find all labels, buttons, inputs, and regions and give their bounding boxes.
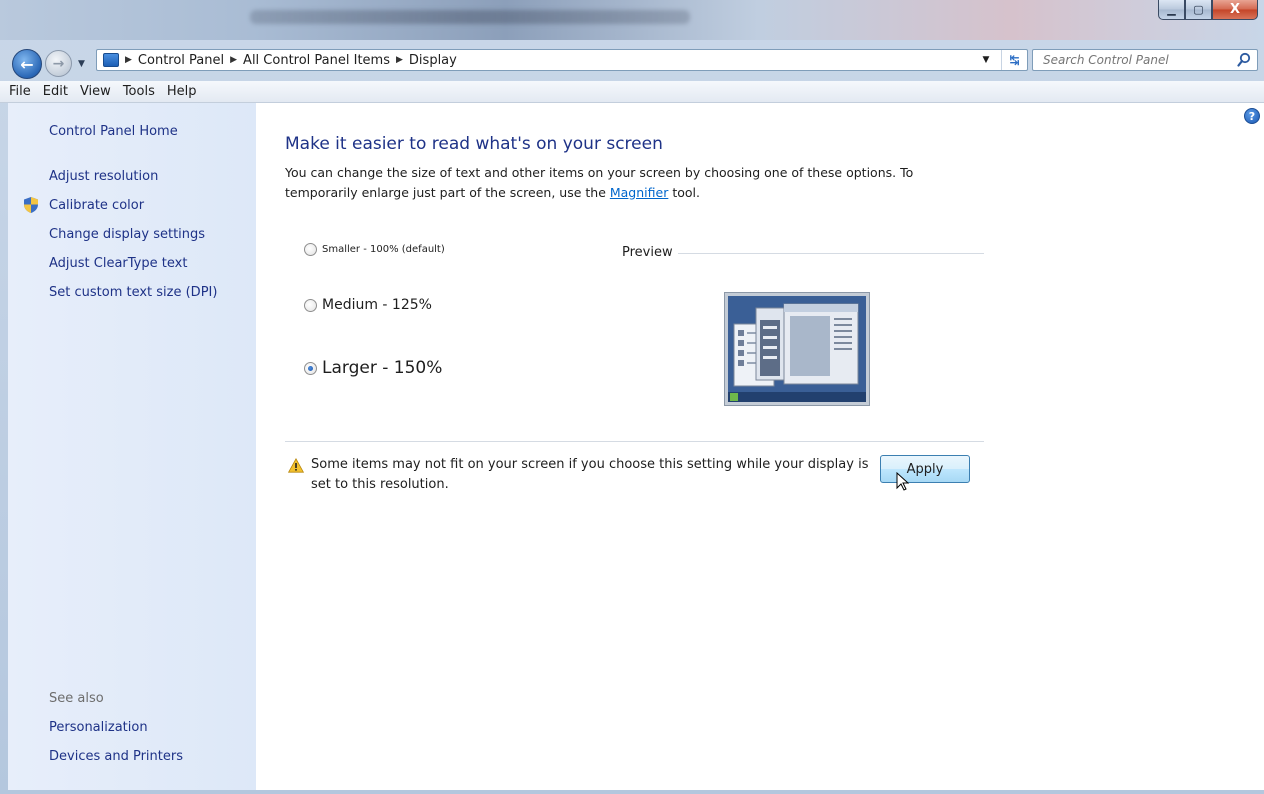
- control-panel-window: ▁ ▢ X ← → ▼ ▶ Control Panel ▶ All Contro…: [0, 0, 1264, 794]
- sidebar-item-devices-printers[interactable]: Devices and Printers: [49, 749, 183, 764]
- preview-image: [724, 292, 870, 406]
- page-description: You can change the size of text and othe…: [285, 163, 965, 203]
- radio-larger[interactable]: [304, 361, 317, 375]
- warning-icon: [288, 458, 304, 473]
- option-larger-label[interactable]: Larger - 150%: [322, 358, 442, 378]
- recent-pages-dropdown[interactable]: ▼: [78, 54, 90, 74]
- arrow-right-icon: →: [52, 55, 65, 72]
- blurred-taskbar-reflection: [250, 10, 690, 24]
- left-task-pane: Control Panel Home Adjust resolution Cal…: [8, 103, 256, 790]
- address-bar[interactable]: ▶ Control Panel ▶ All Control Panel Item…: [96, 49, 1028, 71]
- option-larger[interactable]: Larger - 150%: [304, 358, 442, 378]
- see-also-heading: See also: [49, 691, 104, 706]
- shield-icon: [24, 197, 38, 213]
- chevron-down-icon: ▼: [78, 59, 85, 69]
- address-dropdown-icon[interactable]: ▼: [979, 50, 993, 70]
- forward-button[interactable]: →: [45, 50, 72, 77]
- close-button[interactable]: X: [1212, 0, 1258, 20]
- description-text: You can change the size of text and othe…: [285, 165, 914, 200]
- option-medium-label[interactable]: Medium - 125%: [322, 297, 432, 313]
- breadcrumb-control-panel[interactable]: Control Panel: [138, 53, 224, 68]
- sidebar-item-adjust-cleartype[interactable]: Adjust ClearType text: [49, 256, 187, 271]
- search-icon[interactable]: [1237, 52, 1251, 68]
- back-button[interactable]: ←: [12, 49, 42, 79]
- page-title: Make it easier to read what's on your sc…: [285, 134, 663, 154]
- sidebar-item-personalization[interactable]: Personalization: [49, 720, 148, 735]
- arrow-left-icon: ←: [20, 54, 34, 74]
- preview-screen-illustration: [728, 296, 866, 402]
- description-text-end: tool.: [668, 185, 700, 200]
- title-bar[interactable]: ▁ ▢ X: [0, 0, 1264, 40]
- menu-file[interactable]: File: [3, 84, 37, 99]
- sidebar-item-control-panel-home[interactable]: Control Panel Home: [49, 124, 178, 139]
- menu-bar: File Edit View Tools Help: [0, 81, 1264, 103]
- refresh-icon[interactable]: ↹: [1001, 50, 1027, 70]
- search-box[interactable]: [1032, 49, 1258, 71]
- option-medium[interactable]: Medium - 125%: [304, 297, 432, 313]
- option-smaller-label[interactable]: Smaller - 100% (default): [322, 244, 445, 255]
- preview-label: Preview: [622, 245, 673, 260]
- menu-tools[interactable]: Tools: [117, 84, 161, 99]
- control-panel-icon: [103, 53, 119, 67]
- navigation-bar: ← → ▼ ▶ Control Panel ▶ All Control Pane…: [0, 40, 1264, 80]
- search-input[interactable]: [1043, 53, 1233, 67]
- breadcrumb-all-items[interactable]: All Control Panel Items: [243, 53, 390, 68]
- warning-message: Some items may not fit on your screen if…: [311, 457, 869, 492]
- maximize-button[interactable]: ▢: [1185, 0, 1212, 20]
- help-icon[interactable]: ?: [1244, 108, 1260, 124]
- magnifier-link[interactable]: Magnifier: [610, 185, 668, 200]
- radio-medium[interactable]: [304, 298, 317, 312]
- sidebar-item-calibrate-color[interactable]: Calibrate color: [49, 198, 144, 213]
- main-content: ? Make it easier to read what's on your …: [256, 103, 1264, 790]
- breadcrumb-chevron-icon[interactable]: ▶: [125, 55, 132, 65]
- sidebar-item-change-display-settings[interactable]: Change display settings: [49, 227, 205, 242]
- menu-view[interactable]: View: [74, 84, 117, 99]
- preview-divider: [678, 253, 984, 254]
- breadcrumb-display[interactable]: Display: [409, 53, 457, 68]
- content-divider: [285, 441, 984, 442]
- apply-button[interactable]: Apply: [880, 455, 970, 483]
- minimize-button[interactable]: ▁: [1158, 0, 1185, 20]
- menu-edit[interactable]: Edit: [37, 84, 74, 99]
- option-smaller[interactable]: Smaller - 100% (default): [304, 243, 445, 256]
- mouse-pointer-icon: [896, 472, 910, 491]
- sidebar-item-adjust-resolution[interactable]: Adjust resolution: [49, 169, 158, 184]
- menu-help[interactable]: Help: [161, 84, 203, 99]
- sidebar-item-custom-text-size[interactable]: Set custom text size (DPI): [49, 285, 217, 300]
- window-controls: ▁ ▢ X: [1158, 0, 1258, 20]
- radio-smaller[interactable]: [304, 243, 317, 256]
- breadcrumb-chevron-icon[interactable]: ▶: [230, 55, 237, 65]
- breadcrumb-chevron-icon[interactable]: ▶: [396, 55, 403, 65]
